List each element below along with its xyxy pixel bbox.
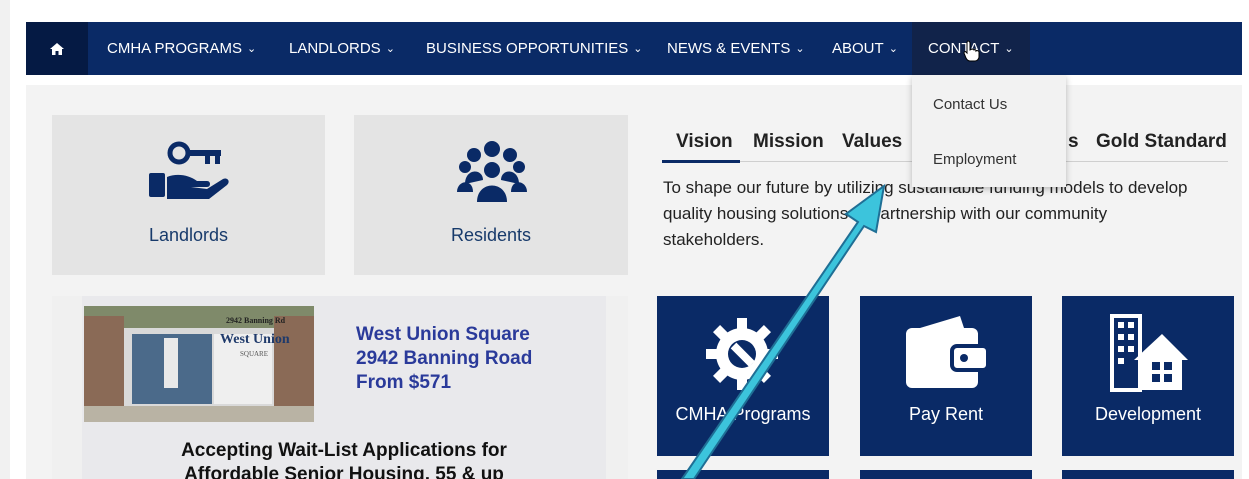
promo-banner[interactable]: 2942 Banning Rd West Union SQUARE West U… — [52, 296, 628, 479]
promo-body-line1: Accepting Wait-List Applications for — [181, 440, 507, 461]
tab-gold-standard[interactable]: Gold Standard — [1096, 131, 1227, 153]
nav-label: ABOUT — [832, 40, 884, 57]
nav-about[interactable]: ABOUT ⌄ — [832, 22, 898, 75]
nav-news-events[interactable]: NEWS & EVENTS ⌄ — [667, 22, 805, 75]
key-hand-icon — [149, 141, 229, 199]
buildings-icon — [1110, 314, 1188, 392]
gear-wrench-icon — [706, 318, 778, 390]
tile-label: CMHA Programs — [675, 404, 811, 424]
nav-label: CMHA PROGRAMS — [107, 40, 243, 57]
dropdown-item-employment[interactable]: Employment — [933, 151, 1016, 168]
tab-mission[interactable]: Mission — [753, 131, 824, 153]
left-strip — [0, 0, 10, 479]
development-tile[interactable]: Development — [1062, 296, 1234, 456]
landlords-tile[interactable]: Landlords — [52, 115, 325, 275]
chevron-down-icon: ⌄ — [888, 43, 898, 55]
tab-hidden-partial[interactable]: s — [1068, 131, 1079, 153]
nav-cmha-programs[interactable]: CMHA PROGRAMS ⌄ — [107, 22, 256, 75]
active-tab-indicator — [662, 160, 740, 163]
second-row-tile[interactable] — [860, 470, 1032, 479]
promo-body-line2: Affordable Senior Housing, 55 & up — [184, 464, 504, 479]
chevron-down-icon: ⌄ — [633, 43, 643, 55]
chevron-down-icon: ⌄ — [1004, 43, 1014, 55]
nav-landlords[interactable]: LANDLORDS ⌄ — [289, 22, 395, 75]
nav-label: NEWS & EVENTS — [667, 40, 791, 57]
contact-dropdown-menu: Contact Us Employment — [912, 75, 1066, 187]
sign-address: 2942 Banning Rd — [226, 316, 286, 325]
top-strip — [0, 0, 1249, 22]
chevron-down-icon: ⌄ — [385, 43, 395, 55]
tile-label: Development — [1094, 404, 1202, 424]
nav-business-opportunities[interactable]: BUSINESS OPPORTUNITIES ⌄ — [426, 22, 642, 75]
tile-label: Residents — [450, 225, 532, 245]
promo-title-line3: From $571 — [356, 372, 452, 393]
home-button[interactable] — [26, 22, 88, 75]
nav-label: LANDLORDS — [289, 40, 381, 57]
tile-label: Pay Rent — [908, 404, 984, 424]
tab-vision[interactable]: Vision — [676, 131, 733, 153]
promo-card: 2942 Banning Rd West Union SQUARE West U… — [82, 296, 606, 479]
vision-line2: quality housing solutions in partnership… — [663, 204, 1108, 223]
sign-sub: SQUARE — [240, 350, 269, 358]
home-icon — [50, 42, 64, 55]
promo-title-line2: 2942 Banning Road — [356, 348, 533, 369]
tab-values[interactable]: Values — [842, 131, 902, 153]
chevron-down-icon: ⌄ — [247, 43, 257, 55]
chevron-down-icon: ⌄ — [795, 43, 805, 55]
tile-label: Landlords — [148, 225, 229, 245]
dropdown-item-contact-us[interactable]: Contact Us — [933, 96, 1007, 113]
second-row-tile[interactable] — [1062, 470, 1234, 479]
nav-label: BUSINESS OPPORTUNITIES — [426, 40, 629, 57]
people-group-icon — [457, 141, 527, 202]
residents-tile[interactable]: Residents — [354, 115, 628, 275]
building-sign-photo: 2942 Banning Rd West Union SQUARE — [84, 306, 314, 422]
wallet-icon — [906, 316, 988, 388]
main-navigation: CMHA PROGRAMS ⌄ LANDLORDS ⌄ BUSINESS OPPOR… — [26, 22, 1242, 75]
pay-rent-tile[interactable]: Pay Rent — [860, 296, 1032, 456]
vision-line3: stakeholders. — [663, 230, 765, 249]
sign-name: West Union — [220, 332, 290, 347]
second-row-tile[interactable] — [657, 470, 829, 479]
hand-cursor-icon — [963, 40, 980, 62]
cmha-programs-tile[interactable]: CMHA Programs — [657, 296, 829, 456]
promo-title-line1: West Union Square — [356, 324, 530, 345]
